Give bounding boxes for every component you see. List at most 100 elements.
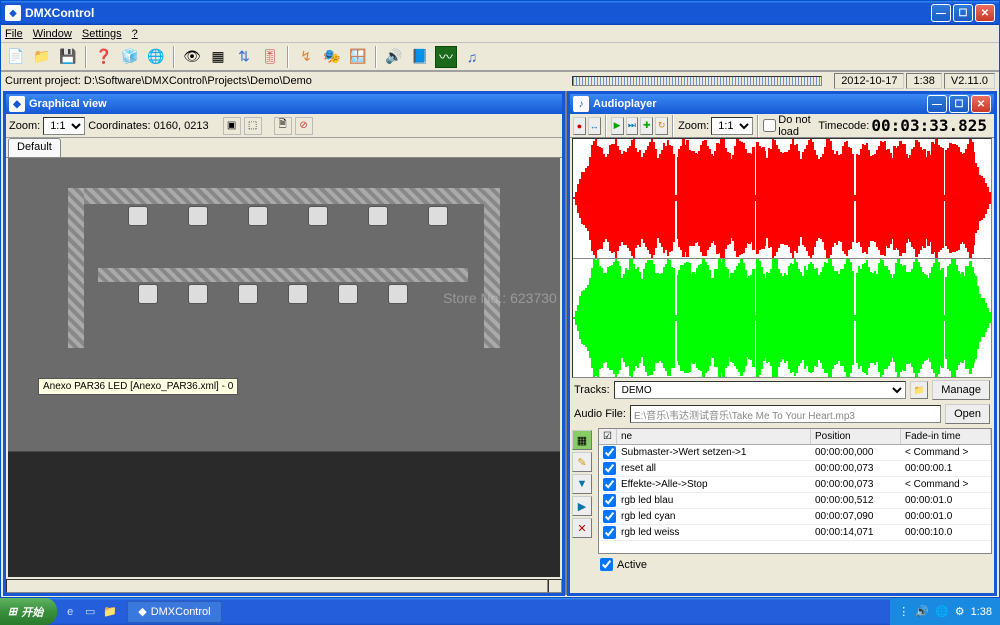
mdi-area: ◆ Graphical view Zoom: 1:1 Coordinates: …	[3, 91, 997, 595]
audiofile-label: Audio File:	[574, 408, 626, 420]
col-position[interactable]: Position	[811, 429, 901, 444]
cue-checkbox[interactable]	[603, 446, 616, 459]
cue-row[interactable]: reset all 00:00:00,073 00:00:00.1	[599, 461, 991, 477]
cue-checkbox[interactable]	[603, 526, 616, 539]
gv-doc-icon[interactable]: 🗎	[274, 117, 292, 135]
col-name[interactable]: ne	[617, 429, 811, 444]
system-tray[interactable]: ⋮ 🔊 🌐 ⚙ 1:38	[890, 598, 1000, 625]
save-icon[interactable]: 💾	[57, 46, 79, 68]
cue-row[interactable]: rgb led cyan 00:00:07,090 00:00:01.0	[599, 509, 991, 525]
maximize-button[interactable]: ☐	[953, 4, 973, 22]
cue-checkbox[interactable]	[603, 462, 616, 475]
tray-icon[interactable]: ⋮	[898, 605, 909, 618]
cue-row[interactable]: rgb led blau 00:00:00,512 00:00:01.0	[599, 493, 991, 509]
menu-window[interactable]: Window	[33, 28, 72, 40]
new-icon[interactable]: 📄	[5, 46, 27, 68]
cue-checkbox[interactable]	[603, 494, 616, 507]
tray-icon[interactable]: 🌐	[935, 605, 949, 618]
ap-minimize-button[interactable]: —	[927, 95, 947, 113]
cue-goto-icon[interactable]: ▼	[572, 474, 592, 494]
main-titlebar: ◆ DMXControl — ☐ ✕	[1, 1, 999, 25]
ap-zoom-select[interactable]: 1:1	[711, 117, 753, 135]
ap-zoom-label: Zoom:	[678, 120, 709, 132]
status-date: 2012-10-17	[834, 73, 904, 89]
gv-scrollbar-h[interactable]	[6, 579, 548, 593]
stage-viewport[interactable]: Anexo PAR36 LED [Anexo_PAR36.xml] - 0	[8, 158, 560, 577]
updown-icon[interactable]: ⇅	[233, 46, 255, 68]
cue-play-icon[interactable]: ▶	[572, 496, 592, 516]
grid-icon[interactable]: ▦	[207, 46, 229, 68]
app-title: DMXControl	[25, 6, 931, 20]
gv-marquee-icon[interactable]: ⬚	[244, 117, 262, 135]
cue-row[interactable]: Submaster->Wert setzen->1 00:00:00,000 <…	[599, 445, 991, 461]
cue-position: 00:00:14,071	[811, 526, 901, 539]
monitor-icon[interactable]: 〰	[435, 46, 457, 68]
gv-titlebar: ◆ Graphical view	[6, 94, 562, 114]
progress-slider[interactable]	[572, 76, 822, 86]
ap-close-button[interactable]: ✕	[971, 95, 991, 113]
menu-settings[interactable]: Settings	[82, 28, 122, 40]
col-fadein[interactable]: Fade-in time	[901, 429, 991, 444]
audiofile-input[interactable]	[630, 405, 941, 423]
folder-icon[interactable]: 📁	[910, 381, 928, 399]
taskbar: ⊞ 开始 e ▭ 📁 ◆ DMXControl ⋮ 🔊 🌐 ⚙ 1:38	[0, 598, 1000, 625]
cue-row[interactable]: Effekte->Alle->Stop 00:00:00,073 < Comma…	[599, 477, 991, 493]
menu-help[interactable]: ?	[132, 28, 138, 40]
cue-checkbox[interactable]	[603, 478, 616, 491]
manage-button[interactable]: Manage	[932, 380, 990, 400]
eye-icon[interactable]: 👁	[181, 46, 203, 68]
tool-icon[interactable]: 🧊	[119, 46, 141, 68]
window-icon[interactable]: 🪟	[347, 46, 369, 68]
waveform-area[interactable]	[572, 138, 992, 378]
cue-row[interactable]: rgb led weiss 00:00:14,071 00:00:10.0	[599, 525, 991, 541]
ap-donotload-checkbox[interactable]	[763, 119, 776, 132]
cue-body[interactable]: Submaster->Wert setzen->1 00:00:00,000 <…	[599, 445, 991, 553]
ap-sync-icon[interactable]: ↔	[588, 117, 601, 135]
speaker-icon[interactable]: 🔊	[383, 46, 405, 68]
tray-icon[interactable]: ⚙	[955, 605, 965, 618]
ap-icon: ♪	[573, 96, 589, 112]
gv-tab-default[interactable]: Default	[8, 138, 61, 157]
active-checkbox[interactable]	[600, 558, 613, 571]
fixture-tooltip: Anexo PAR36 LED [Anexo_PAR36.xml] - 0	[38, 378, 238, 395]
help-icon[interactable]: ❓	[93, 46, 115, 68]
ql-desktop-icon[interactable]: ▭	[81, 603, 99, 621]
gv-icon: ◆	[9, 96, 25, 112]
menu-file[interactable]: File	[5, 28, 23, 40]
gv-select-tool-icon[interactable]: ▣	[223, 117, 241, 135]
cue-fade: 00:00:00.1	[901, 462, 991, 475]
ap-play-icon[interactable]: ▶	[611, 117, 624, 135]
flash-icon[interactable]: ↯	[295, 46, 317, 68]
mixer-icon[interactable]: 🎚	[259, 46, 281, 68]
ap-refresh-icon[interactable]: ↻	[655, 117, 668, 135]
gv-zoom-select[interactable]: 1:1	[43, 117, 85, 135]
ap-donotload-label: Do not load	[778, 114, 816, 138]
open-button[interactable]: Open	[945, 404, 990, 424]
tray-icon[interactable]: 🔊	[915, 605, 929, 618]
main-toolbar: 📄 📁 💾 ❓ 🧊 🌐 👁 ▦ ⇅ 🎚 ↯ 🎭 🪟 🔊 📘 〰 ♫	[1, 43, 999, 71]
cue-add-icon[interactable]: ▦	[572, 430, 592, 450]
book-icon[interactable]: 📘	[409, 46, 431, 68]
music-icon[interactable]: ♫	[461, 46, 483, 68]
ap-record-icon[interactable]: ●	[573, 117, 586, 135]
ql-ie-icon[interactable]: e	[61, 603, 79, 621]
close-button[interactable]: ✕	[975, 4, 995, 22]
cue-delete-icon[interactable]: ✕	[572, 518, 592, 538]
ap-next-icon[interactable]: ⏭	[626, 117, 639, 135]
project-label: Current project:	[5, 75, 81, 87]
taskbar-app-button[interactable]: ◆ DMXControl	[127, 601, 221, 623]
minimize-button[interactable]: —	[931, 4, 951, 22]
tracks-select[interactable]: DEMO	[614, 381, 907, 399]
start-button[interactable]: ⊞ 开始	[0, 598, 57, 625]
statusbar: Current project: D:\Software\DMXControl\…	[1, 71, 999, 89]
globe-icon[interactable]: 🌐	[145, 46, 167, 68]
ql-folder-icon[interactable]: 📁	[101, 603, 119, 621]
ap-clip-icon[interactable]: ✚	[640, 117, 653, 135]
open-icon[interactable]: 📁	[31, 46, 53, 68]
gv-coords-label: Coordinates:	[88, 120, 150, 132]
masks-icon[interactable]: 🎭	[321, 46, 343, 68]
cue-checkbox[interactable]	[603, 510, 616, 523]
gv-cancel-icon[interactable]: ⊘	[295, 117, 313, 135]
cue-edit-icon[interactable]: ✎	[572, 452, 592, 472]
ap-maximize-button[interactable]: ☐	[949, 95, 969, 113]
